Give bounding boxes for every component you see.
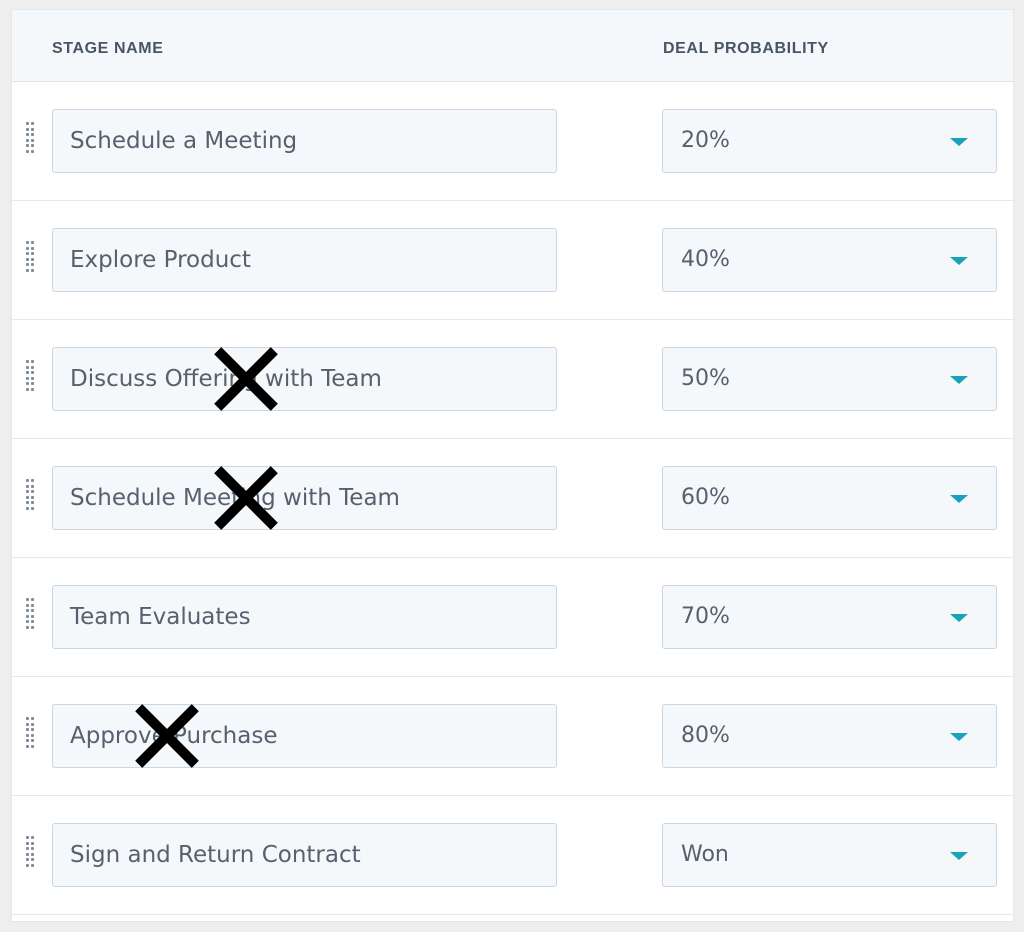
stage-name-input[interactable]: Approve Purchase (52, 704, 557, 768)
deal-probability-value: 50% (681, 366, 730, 391)
stage-name-input[interactable]: Discuss Offering with Team (52, 347, 557, 411)
column-header-stage-name: STAGE NAME (52, 40, 164, 57)
caret-down-icon (950, 376, 968, 384)
caret-down-icon (950, 852, 968, 860)
deal-probability-value: 60% (681, 485, 730, 510)
table-row-3: Discuss Offering with Team 50% (12, 320, 1013, 439)
table-row-5: Team Evaluates 70% (12, 558, 1013, 677)
caret-down-icon (950, 257, 968, 265)
drag-handle-icon[interactable] (26, 598, 38, 632)
deal-probability-select[interactable]: 20% (662, 109, 997, 173)
stage-name-input[interactable]: Explore Product (52, 228, 557, 292)
table-row-4: Schedule Meeting with Team 60% (12, 439, 1013, 558)
deal-probability-select[interactable]: 50% (662, 347, 997, 411)
drag-handle-icon[interactable] (26, 717, 38, 751)
stage-name-input[interactable]: Schedule Meeting with Team (52, 466, 557, 530)
deal-probability-value: 70% (681, 604, 730, 629)
deal-probability-select[interactable]: 70% (662, 585, 997, 649)
table-row-6: Approve Purchase 80% (12, 677, 1013, 796)
deal-probability-value: 40% (681, 247, 730, 272)
table-row-7: Sign and Return Contract Won (12, 796, 1013, 915)
deal-probability-select[interactable]: 40% (662, 228, 997, 292)
drag-handle-icon[interactable] (26, 479, 38, 513)
table-row-2: Explore Product 40% (12, 201, 1013, 320)
column-header-deal-probability: DEAL PROBABILITY (663, 40, 829, 57)
deal-probability-select[interactable]: Won (662, 823, 997, 887)
deal-probability-select[interactable]: 60% (662, 466, 997, 530)
deal-probability-select[interactable]: 80% (662, 704, 997, 768)
deal-probability-value: Won (681, 842, 729, 867)
deal-probability-value: 20% (681, 128, 730, 153)
caret-down-icon (950, 138, 968, 146)
drag-handle-icon[interactable] (26, 360, 38, 394)
table-row-1: Schedule a Meeting 20% (12, 82, 1013, 201)
stage-name-input[interactable]: Schedule a Meeting (52, 109, 557, 173)
drag-handle-icon[interactable] (26, 836, 38, 870)
stage-name-input[interactable]: Team Evaluates (52, 585, 557, 649)
caret-down-icon (950, 495, 968, 503)
caret-down-icon (950, 733, 968, 741)
drag-handle-icon[interactable] (26, 122, 38, 156)
stage-name-input[interactable]: Sign and Return Contract (52, 823, 557, 887)
caret-down-icon (950, 614, 968, 622)
deal-stages-table: STAGE NAME DEAL PROBABILITY Schedule a M… (11, 9, 1014, 922)
table-header: STAGE NAME DEAL PROBABILITY (12, 10, 1013, 82)
drag-handle-icon[interactable] (26, 241, 38, 275)
deal-probability-value: 80% (681, 723, 730, 748)
